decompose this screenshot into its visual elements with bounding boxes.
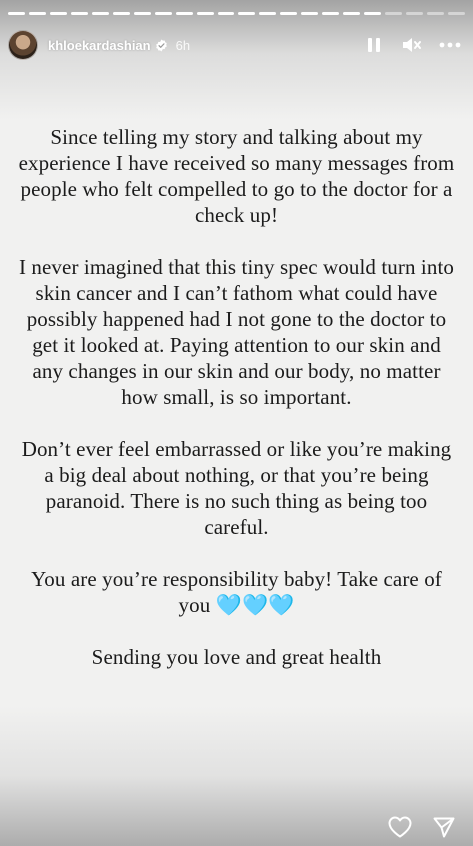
progress-segment (70, 12, 88, 15)
story-text-block: Since telling my story and talking about… (18, 124, 455, 670)
story-paragraph-5: Sending you love and great health (91, 645, 382, 669)
story-paragraph-3: Don’t ever feel embarrassed or like you’… (21, 437, 452, 539)
story-footer (387, 814, 457, 840)
progress-segment (406, 12, 424, 15)
progress-segment (196, 12, 214, 15)
progress-segment (343, 12, 361, 15)
progress-segment (154, 12, 172, 15)
story-paragraph-2: I never imagined that this tiny spec wou… (18, 255, 455, 409)
story-progress-bar (8, 12, 465, 15)
progress-segment (385, 12, 403, 15)
progress-segment (175, 12, 193, 15)
verified-badge-icon (155, 39, 168, 52)
progress-segment (301, 12, 319, 15)
avatar[interactable] (8, 30, 38, 60)
progress-segment (217, 12, 235, 15)
progress-segment (364, 12, 382, 15)
progress-segment (133, 12, 151, 15)
progress-segment (8, 12, 25, 15)
progress-segment (448, 12, 465, 15)
mute-icon[interactable] (401, 34, 423, 56)
progress-segment (427, 12, 445, 15)
story-timestamp: 6h (175, 37, 191, 53)
progress-segment (91, 12, 109, 15)
story-paragraph-4: You are you’re responsibility baby! Take… (31, 567, 442, 617)
progress-segment (28, 12, 46, 15)
progress-segment (322, 12, 340, 15)
progress-segment (280, 12, 298, 15)
progress-segment (259, 12, 277, 15)
progress-segment (49, 12, 67, 15)
send-icon[interactable] (431, 814, 457, 840)
story-header: khloekardashian 6h (8, 30, 465, 60)
story-paragraph-1: Since telling my story and talking about… (18, 125, 455, 227)
top-gradient-overlay (0, 0, 473, 120)
heart-icon[interactable] (387, 814, 413, 840)
progress-segment (238, 12, 256, 15)
progress-segment (112, 12, 130, 15)
username[interactable]: khloekardashian (48, 38, 151, 53)
more-options-icon[interactable] (439, 34, 461, 56)
pause-icon[interactable] (363, 34, 385, 56)
